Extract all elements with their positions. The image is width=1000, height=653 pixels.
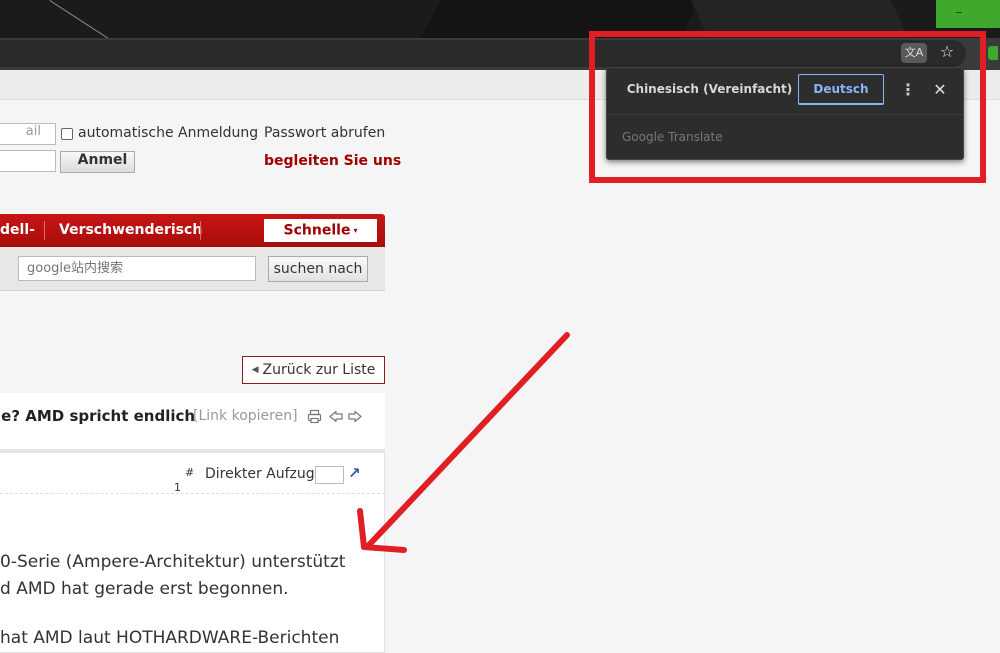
red-arrow-annotation (357, 332, 570, 553)
